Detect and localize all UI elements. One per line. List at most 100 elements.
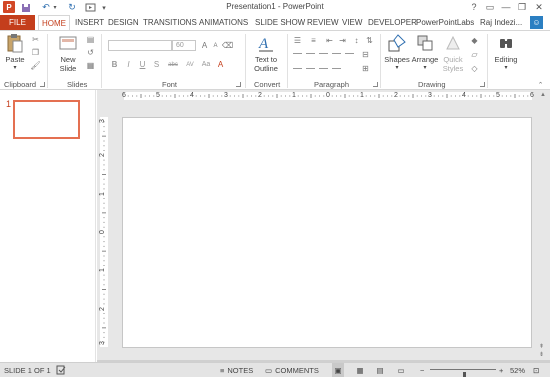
shapes-icon xyxy=(387,33,407,53)
user-name[interactable]: Raj Indezi... xyxy=(480,15,522,30)
slide-canvas[interactable] xyxy=(122,117,532,348)
text-to-outline-button[interactable]: A Text to Outline xyxy=(250,33,282,73)
paragraph-line xyxy=(306,68,315,69)
fit-slide-icon[interactable]: ⊡ xyxy=(533,363,539,377)
normal-view-icon[interactable]: ▣ xyxy=(332,363,344,377)
tab-animations[interactable]: ANIMATIONS xyxy=(199,15,248,30)
tab-home[interactable]: HOME xyxy=(38,15,70,31)
new-slide-label-2: Slide xyxy=(59,64,77,73)
avatar[interactable]: ☺ xyxy=(530,16,543,29)
cut-icon[interactable]: ✂ xyxy=(31,35,40,44)
ruler-tick-label: 2 xyxy=(258,92,262,99)
tab-transitions[interactable]: TRANSITIONS xyxy=(143,15,197,30)
layout-icon[interactable]: ▤ xyxy=(86,35,95,44)
increase-indent-icon[interactable]: ⇥ xyxy=(338,36,347,45)
previous-slide-icon[interactable]: ⇞ xyxy=(539,344,544,350)
ruler-tick-label: 2 xyxy=(98,153,106,158)
zoom-out-icon[interactable]: − xyxy=(420,363,424,377)
justify-icon[interactable] xyxy=(332,53,341,54)
tab-view[interactable]: VIEW xyxy=(342,15,362,30)
shape-fill-icon[interactable]: ◆ xyxy=(470,36,479,45)
reset-icon[interactable]: ↺ xyxy=(86,48,95,57)
clear-formatting-icon[interactable]: ⌫ xyxy=(222,41,233,50)
decrease-indent-icon[interactable]: ⇤ xyxy=(325,36,334,45)
restore-button[interactable]: ❐ xyxy=(514,0,530,14)
slides-group-label: Slides xyxy=(67,80,88,89)
increase-font-icon[interactable]: A xyxy=(200,41,209,50)
ruler-tick-label: 1 xyxy=(98,268,106,273)
align-right-icon[interactable] xyxy=(319,53,328,54)
quick-styles-button[interactable]: Quick Styles xyxy=(440,33,466,73)
font-family-combo[interactable] xyxy=(108,40,172,51)
shape-effects-icon[interactable]: ◇ xyxy=(470,64,479,73)
font-size-combo[interactable]: 60 xyxy=(172,40,196,51)
new-slide-button[interactable]: New Slide xyxy=(54,33,82,73)
slide-thumbnail[interactable] xyxy=(13,100,80,139)
align-left-icon[interactable] xyxy=(293,53,302,54)
slide-show-view-icon[interactable]: ▭ xyxy=(395,363,407,377)
font-dialog-launcher-icon[interactable] xyxy=(236,82,241,87)
bullets-icon[interactable]: ☰ xyxy=(293,36,302,45)
paste-button[interactable]: Paste ▾ xyxy=(3,33,27,71)
zoom-slider-handle[interactable] xyxy=(462,372,466,377)
clipboard-dialog-launcher-icon[interactable] xyxy=(40,82,45,87)
numbering-icon[interactable]: ≡ xyxy=(309,36,318,45)
zoom-level[interactable]: 52% xyxy=(510,363,525,377)
notes-icon: ≡ xyxy=(220,365,225,375)
notes-button[interactable]: ≡ NOTES xyxy=(220,363,253,377)
font-group-label: Font xyxy=(162,80,178,89)
zoom-in-icon[interactable]: + xyxy=(499,363,503,377)
zoom-slider[interactable] xyxy=(430,369,496,377)
next-slide-icon[interactable]: ⇟ xyxy=(539,352,544,358)
spell-check-icon[interactable] xyxy=(56,363,66,377)
tab-design[interactable]: DESIGN xyxy=(108,15,139,30)
vertical-scrollbar[interactable]: ▲ ⇞ ⇟ xyxy=(538,92,548,360)
section-icon[interactable]: ▦ xyxy=(86,61,95,70)
smartart-icon[interactable]: ⊞ xyxy=(361,64,370,73)
tab-file[interactable]: FILE xyxy=(0,15,35,30)
collapse-ribbon-icon[interactable]: ⌃ xyxy=(536,80,545,89)
slide-number: 1 xyxy=(6,99,12,109)
drawing-dialog-launcher-icon[interactable] xyxy=(480,82,485,87)
comments-button[interactable]: ▭ COMMENTS xyxy=(265,363,319,377)
ruler-tick-label: 1 xyxy=(360,92,364,99)
title-bar: P ↶ ▾ ↻ ▾ Presentation1 - PowerPoint ? ▭… xyxy=(0,0,550,15)
help-icon[interactable]: ? xyxy=(466,0,482,14)
tab-powerpointlabs[interactable]: PowerPointLabs xyxy=(416,15,474,30)
shapes-button[interactable]: Shapes ▾ xyxy=(383,33,411,71)
new-slide-icon xyxy=(58,33,78,53)
italic-button[interactable]: I xyxy=(124,60,133,69)
character-spacing-button[interactable]: AV xyxy=(184,60,196,69)
bold-button[interactable]: B xyxy=(110,60,119,69)
reading-view-icon[interactable]: ▤ xyxy=(374,363,386,377)
line-spacing-icon[interactable]: ↕ xyxy=(352,36,361,45)
shape-outline-icon[interactable]: ▱ xyxy=(470,50,479,59)
ruler-tick-label: 1 xyxy=(292,92,296,99)
scroll-up-icon[interactable]: ▲ xyxy=(540,92,546,98)
align-text-icon[interactable]: ⊟ xyxy=(361,50,370,59)
slide-sorter-view-icon[interactable]: ▦ xyxy=(354,363,366,377)
text-to-outline-icon: A xyxy=(256,33,276,53)
shadow-button[interactable]: S xyxy=(152,60,161,69)
change-case-button[interactable]: Aa xyxy=(200,60,212,69)
copy-icon[interactable]: ❐ xyxy=(31,48,40,57)
editing-button[interactable]: Editing ▾ xyxy=(491,33,521,71)
font-color-icon[interactable]: A xyxy=(216,60,225,69)
arrange-button[interactable]: Arrange ▾ xyxy=(411,33,439,71)
tab-review[interactable]: REVIEW xyxy=(307,15,339,30)
paragraph-dialog-launcher-icon[interactable] xyxy=(373,82,378,87)
columns-icon[interactable] xyxy=(345,53,354,54)
decrease-font-icon[interactable]: A xyxy=(211,41,220,50)
minimize-button[interactable]: — xyxy=(498,0,514,14)
strikethrough-button[interactable]: abc xyxy=(166,60,180,69)
group-separator xyxy=(487,34,488,88)
align-center-icon[interactable] xyxy=(306,53,315,54)
ribbon-display-options-icon[interactable]: ▭ xyxy=(482,0,498,14)
underline-button[interactable]: U xyxy=(138,60,147,69)
text-direction-icon[interactable]: ⇅ xyxy=(365,36,374,45)
format-painter-icon[interactable]: 🖌 xyxy=(30,61,40,70)
tab-insert[interactable]: INSERT xyxy=(75,15,104,30)
close-button[interactable]: ✕ xyxy=(531,0,547,14)
tab-slide-show[interactable]: SLIDE SHOW xyxy=(255,15,305,30)
tab-developer[interactable]: DEVELOPER xyxy=(368,15,417,30)
